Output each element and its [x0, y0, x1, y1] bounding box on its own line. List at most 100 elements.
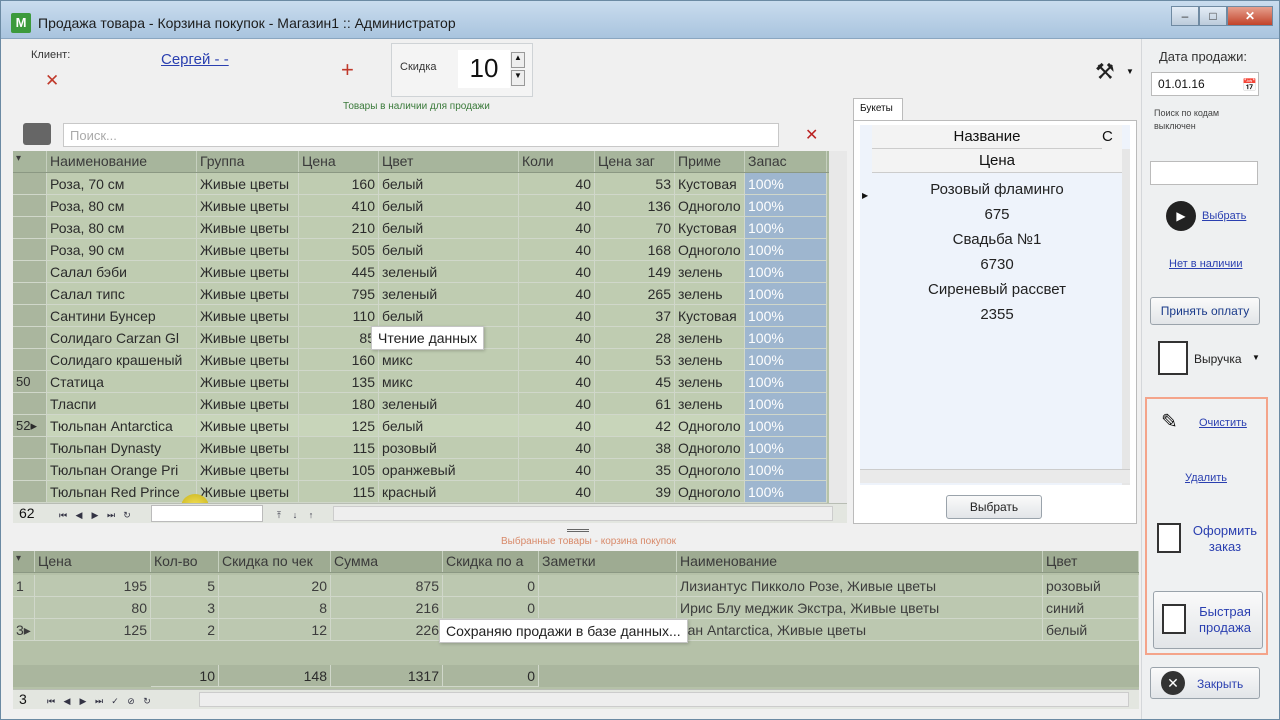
delete-link[interactable]: Удалить — [1185, 472, 1227, 484]
quick-sale-button[interactable]: Быстрая продажа — [1153, 591, 1263, 649]
bouquet-price[interactable]: 2355 — [872, 302, 1122, 327]
accept-payment-button[interactable]: Принять оплату — [1150, 297, 1260, 325]
col-group[interactable]: Группа — [197, 151, 299, 172]
cell-qty: 40 — [519, 371, 595, 393]
revenue-label[interactable]: Выручка — [1194, 352, 1242, 366]
col-qty[interactable]: Коли — [519, 151, 595, 172]
table-row[interactable]: Роза, 80 см Живые цветы 210 белый 40 70 Кустов… — [13, 217, 827, 239]
cell-cost: 265 — [595, 283, 675, 305]
bouquet-name[interactable]: Сиреневый рассвет — [872, 277, 1122, 302]
calendar-icon[interactable]: 📅 — [1242, 78, 1257, 92]
discount-up-icon[interactable]: ▲ — [511, 52, 525, 68]
col-note[interactable]: Приме — [675, 151, 745, 172]
clear-link[interactable]: Очистить — [1199, 417, 1247, 429]
close-window-button[interactable]: ✕ — [1227, 6, 1273, 26]
table-row[interactable]: 1 195 5 20 875 0 Лизиантус Пикколо Розе, Живые… — [13, 575, 1139, 597]
code-search-input[interactable] — [1150, 161, 1258, 185]
bouquets-name-header[interactable]: Название — [872, 125, 1102, 149]
cell-price: 795 — [299, 283, 379, 305]
add-client-icon[interactable]: + — [341, 57, 354, 83]
cart-nav-next-icon[interactable]: ▶ — [75, 696, 91, 707]
maximize-button[interactable]: □ — [1199, 6, 1227, 26]
col-color[interactable]: Цвет — [379, 151, 519, 172]
cart-col-qty[interactable]: Кол-во — [151, 551, 219, 572]
table-row[interactable]: Тюльпан Orange Pri Живые цветы 105 оранжевы… — [13, 459, 827, 481]
discount-input[interactable]: 10 — [458, 50, 510, 88]
cart-nav-cancel-icon[interactable]: ⊘ — [123, 696, 139, 707]
bouquets-select-button[interactable]: Выбрать — [946, 495, 1042, 519]
tab-bouquets[interactable]: Букеты — [853, 98, 903, 120]
bouquets-hscroll[interactable] — [860, 469, 1130, 483]
col-price[interactable]: Цена — [299, 151, 379, 172]
cart-hscroll[interactable] — [199, 692, 1129, 707]
table-row[interactable]: Роза, 90 см Живые цветы 505 белый 40 168 Одног… — [13, 239, 827, 261]
col-stock[interactable]: Запас — [745, 151, 827, 172]
not-in-stock-link[interactable]: Нет в наличии — [1169, 258, 1242, 270]
table-row[interactable]: Тласпи Живые цветы 180 зеленый 40 61 зелень 100… — [13, 393, 827, 415]
products-hscroll[interactable] — [333, 506, 833, 521]
table-row[interactable]: Салал типс Живые цветы 795 зеленый 40 265 зеле… — [13, 283, 827, 305]
sort-down-icon[interactable]: ↓ — [287, 510, 303, 520]
table-row[interactable]: 50 Статица Живые цветы 135 микс 40 45 зелень 100… — [13, 371, 827, 393]
bouquet-price[interactable]: 675 — [872, 202, 1122, 227]
cart-col-notes[interactable]: Заметки — [539, 551, 677, 572]
clear-search-icon[interactable]: ✕ — [805, 125, 818, 145]
printer-icon[interactable] — [23, 123, 51, 145]
remove-client-icon[interactable]: ✕ — [45, 71, 59, 91]
nav-last-icon[interactable]: ⏭ — [103, 510, 119, 521]
col-name[interactable]: Наименование — [47, 151, 197, 172]
close-button[interactable]: ✕ Закрыть — [1150, 667, 1260, 699]
table-row[interactable]: 52▸ Тюльпан Antarctica Живые цветы 125 белый… — [13, 415, 827, 437]
client-name-link[interactable]: Сергей - - — [161, 51, 229, 68]
bouquet-name[interactable]: Розовый фламинго — [872, 177, 1122, 202]
revenue-dropdown-icon[interactable]: ▼ — [1252, 353, 1260, 362]
bouquet-name[interactable]: Свадьба №1 — [872, 227, 1122, 252]
cell-note: Кустовая — [675, 173, 745, 195]
order-icon[interactable] — [1157, 523, 1181, 553]
products-vscroll[interactable] — [829, 151, 847, 503]
nav-prev-icon[interactable]: ◀ — [71, 510, 87, 521]
cart-col-discount[interactable]: Скидка по чек — [219, 551, 331, 572]
pencil-icon[interactable]: ✎ — [1161, 409, 1178, 434]
table-row[interactable]: Солидаго крашеный Живые цветы 160 микс 40 53 з… — [13, 349, 827, 371]
table-row[interactable]: Тюльпан Red Prince Живые цветы 115 красный 4… — [13, 481, 827, 503]
select-link[interactable]: Выбрать — [1202, 210, 1246, 222]
nav-refresh-icon[interactable]: ↻ — [119, 510, 135, 521]
table-row[interactable]: Сантини Бунсер Живые цветы 110 белый 40 37 Кус… — [13, 305, 827, 327]
place-order-link[interactable]: Оформить заказ — [1187, 523, 1263, 555]
cart-nav-refresh-icon[interactable]: ↻ — [139, 696, 155, 707]
search-input[interactable]: Поиск... — [63, 123, 779, 147]
tools-dropdown-icon[interactable]: ▼ — [1126, 67, 1134, 76]
nav-first-icon[interactable]: ⏮ — [55, 510, 71, 521]
play-icon[interactable]: ▶ — [1166, 201, 1196, 231]
splitter-handle[interactable] — [567, 529, 589, 532]
minimize-button[interactable]: – — [1171, 6, 1199, 26]
cart-col-sum[interactable]: Сумма — [331, 551, 443, 572]
table-row[interactable]: Салал бэби Живые цветы 445 зеленый 40 149 зеле… — [13, 261, 827, 283]
cart-col-price[interactable]: Цена — [35, 551, 151, 572]
sort-top-icon[interactable]: ⤒ — [271, 510, 287, 521]
table-row[interactable]: Тюльпан Dynasty Живые цветы 115 розовый 40 38… — [13, 437, 827, 459]
cart-nav-last-icon[interactable]: ⏭ — [91, 696, 107, 707]
table-row[interactable]: 80 3 8 216 0 Ирис Блу меджик Экстра, Живые цв… — [13, 597, 1139, 619]
tools-icon[interactable]: ⚒ — [1095, 59, 1115, 85]
bouquets-extra-header[interactable]: С — [1102, 125, 1122, 149]
cart-nav-prev-icon[interactable]: ◀ — [59, 696, 75, 707]
cart-nav-save-icon[interactable]: ✓ — [107, 696, 123, 707]
discount-down-icon[interactable]: ▼ — [511, 70, 525, 86]
sort-up-icon[interactable]: ↑ — [303, 510, 319, 520]
cart-col-name[interactable]: Наименование — [677, 551, 1043, 572]
products-filter-input[interactable] — [151, 505, 263, 522]
cart-col-color[interactable]: Цвет — [1043, 551, 1139, 572]
cart-nav-first-icon[interactable]: ⏮ — [43, 696, 59, 707]
col-cost[interactable]: Цена заг — [595, 151, 675, 172]
cell-price: 105 — [299, 459, 379, 481]
table-row[interactable]: Роза, 70 см Живые цветы 160 белый 40 53 Кустов… — [13, 173, 827, 195]
nav-next-icon[interactable]: ▶ — [87, 510, 103, 521]
table-row[interactable]: Роза, 80 см Живые цветы 410 белый 40 136 Одног… — [13, 195, 827, 217]
cart-col-discount2[interactable]: Скидка по а — [443, 551, 539, 572]
bouquets-price-header[interactable]: Цена — [872, 149, 1122, 173]
bouquet-price[interactable]: 6730 — [872, 252, 1122, 277]
revenue-icon[interactable] — [1158, 341, 1188, 375]
bouquets-vscroll[interactable] — [1122, 149, 1130, 485]
